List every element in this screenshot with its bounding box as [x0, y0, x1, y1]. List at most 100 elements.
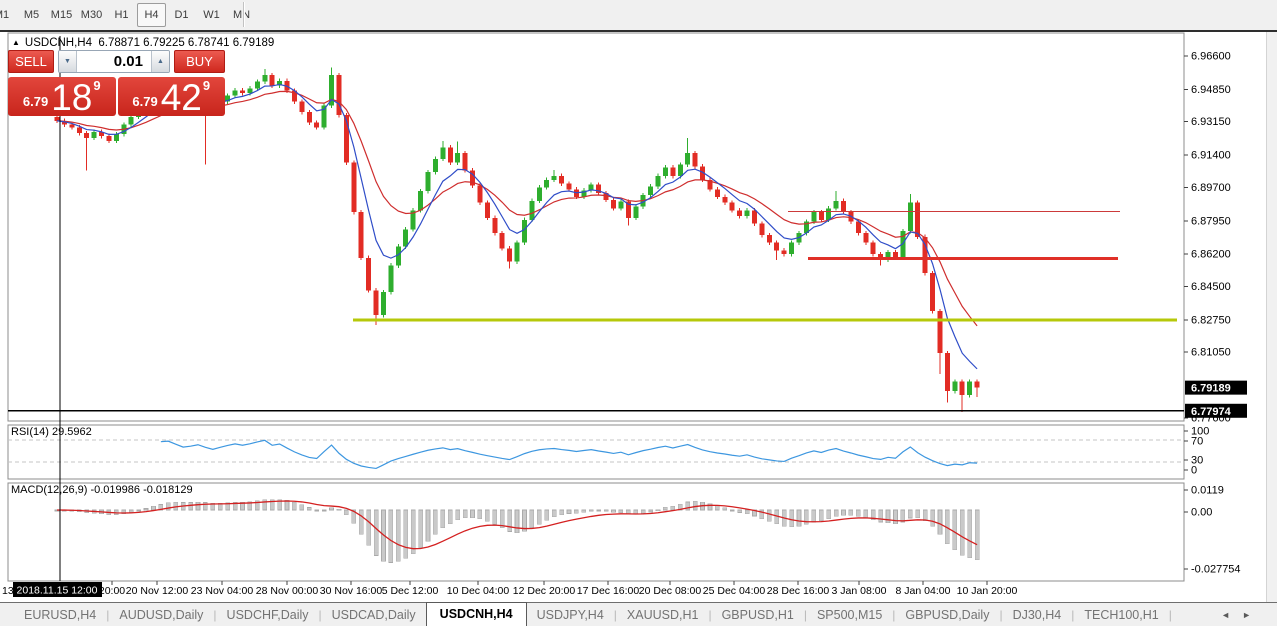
chart-tab-usdcad[interactable]: USDCAD,Daily: [322, 604, 426, 626]
time-axis-label: 5 Dec 12:00: [382, 585, 439, 597]
candle-body: [737, 210, 742, 216]
candle-body: [351, 163, 356, 213]
candle-body: [871, 243, 876, 254]
price-axis-label: 6.87950: [1191, 215, 1231, 227]
volume-increase-icon[interactable]: ▲: [151, 51, 169, 72]
time-axis-label: 28 Nov 00:00: [256, 585, 319, 597]
sell-price-big: 18: [51, 83, 92, 113]
ohlc-values: 6.78871 6.79225 6.78741 6.79189: [98, 37, 274, 49]
time-axis-label: 20 Dec 08:00: [639, 585, 702, 597]
chart-tab-usdcnh[interactable]: USDCNH,H4: [426, 602, 527, 626]
macd-histogram-bar: [537, 510, 541, 524]
macd-histogram-bar: [515, 510, 519, 533]
candle-body: [759, 224, 764, 235]
macd-histogram-bar: [411, 510, 415, 554]
time-axis-label: 10 Jan 20:00: [957, 585, 1018, 597]
macd-histogram-bar: [975, 510, 979, 560]
macd-histogram-bar: [738, 510, 742, 513]
indicator-axis-label: 70: [1191, 436, 1203, 448]
candle-body: [952, 382, 957, 392]
chart-tab-tech100[interactable]: TECH100,H1: [1074, 604, 1168, 626]
macd-histogram-bar: [404, 510, 408, 558]
macd-histogram-bar: [953, 510, 957, 550]
time-axis-label: 8 Jan 04:00: [896, 585, 951, 597]
candle-body: [774, 243, 779, 251]
candle-body: [937, 311, 942, 353]
macd-histogram-bar: [493, 510, 497, 524]
macd-histogram-bar: [797, 510, 801, 526]
candle-body: [477, 186, 482, 203]
candle-body: [730, 203, 735, 211]
candle-body: [782, 250, 787, 254]
macd-histogram-bar: [715, 506, 719, 510]
candle-body: [233, 90, 238, 95]
chart-tab-dj30[interactable]: DJ30,H4: [1003, 604, 1072, 626]
macd-histogram-bar: [463, 510, 467, 518]
tab-scroll-right-icon[interactable]: ►: [1242, 610, 1251, 620]
macd-histogram-bar: [856, 510, 860, 516]
price-axis-label: 6.84500: [1191, 281, 1231, 293]
chart-tab-audusd[interactable]: AUDUSD,Daily: [109, 604, 213, 626]
volume-decrease-icon[interactable]: ▼: [59, 51, 77, 72]
candle-body: [433, 159, 438, 172]
symbol-name: USDCNH,H4: [25, 37, 92, 49]
sell-price-pip: 9: [93, 78, 100, 93]
candle-body: [960, 382, 965, 395]
time-axis-label: 12 Dec 20:00: [513, 585, 576, 597]
macd-histogram-bar: [597, 510, 601, 511]
macd-histogram-bar: [344, 510, 348, 515]
time-axis-label: 10 Dec 04:00: [447, 585, 510, 597]
time-axis-label: 20:00: [99, 585, 125, 597]
buy-button[interactable]: BUY: [174, 50, 225, 73]
candle-body: [84, 133, 89, 138]
candle-body: [908, 203, 913, 232]
candle-body: [826, 208, 831, 219]
macd-histogram-bar: [864, 510, 868, 518]
tab-scroll-left-icon[interactable]: ◄: [1221, 610, 1230, 620]
candle-body: [262, 75, 267, 82]
candle-body: [752, 210, 757, 223]
chart-tab-gbpusd[interactable]: GBPUSD,Daily: [895, 604, 999, 626]
macd-histogram-bar: [419, 510, 423, 548]
candle-body: [240, 90, 245, 93]
candle-body: [722, 197, 727, 203]
macd-histogram-bar: [656, 510, 660, 511]
buy-quote-box[interactable]: 6.79 42 9: [118, 77, 226, 116]
chart-tab-usdjpy[interactable]: USDJPY,H4: [527, 604, 614, 626]
candle-body: [500, 233, 505, 248]
candle-body: [522, 220, 527, 243]
chart-tab-gbpusd[interactable]: GBPUSD,H1: [712, 604, 804, 626]
sell-button[interactable]: SELL: [8, 50, 54, 73]
sell-quote-box[interactable]: 6.79 18 9: [8, 77, 116, 116]
macd-histogram-bar: [137, 510, 141, 511]
candle-body: [129, 117, 134, 125]
chart-tab-usdchf[interactable]: USDCHF,Daily: [217, 604, 319, 626]
indicator-axis-label: -0.027754: [1191, 564, 1241, 576]
macd-histogram-bar: [619, 510, 623, 513]
candle-body: [381, 292, 386, 315]
volume-input[interactable]: 0.01: [77, 51, 151, 72]
candle-body: [841, 201, 846, 212]
chart-tab-xauusd[interactable]: XAUUSD,H1: [617, 604, 709, 626]
candle-body: [106, 136, 111, 141]
macd-histogram-bar: [552, 510, 556, 517]
chart-shift-icon[interactable]: ▲: [12, 38, 20, 47]
chart-tab-sp500[interactable]: SP500,M15: [807, 604, 892, 626]
price-axis-label: 6.82750: [1191, 314, 1231, 326]
macd-histogram-bar: [767, 510, 771, 521]
macd-histogram-bar: [649, 510, 653, 512]
candle-body: [648, 186, 653, 195]
macd-histogram-bar: [671, 506, 675, 510]
macd-histogram-bar: [834, 510, 838, 516]
candle-body: [834, 201, 839, 209]
macd-histogram-bar: [315, 510, 319, 511]
candle-body: [314, 123, 319, 128]
chart-tab-eurusd[interactable]: EURUSD,H4: [14, 604, 106, 626]
candle-body: [745, 210, 750, 216]
candle-body: [69, 125, 74, 128]
candle-body: [247, 88, 252, 93]
candle-body: [515, 243, 520, 262]
candle-body: [552, 176, 557, 180]
price-tag-value: 6.79189: [1191, 383, 1231, 395]
chart-tab-bar: EURUSD,H4|AUDUSD,Daily|USDCHF,Daily|USDC…: [0, 602, 1277, 626]
